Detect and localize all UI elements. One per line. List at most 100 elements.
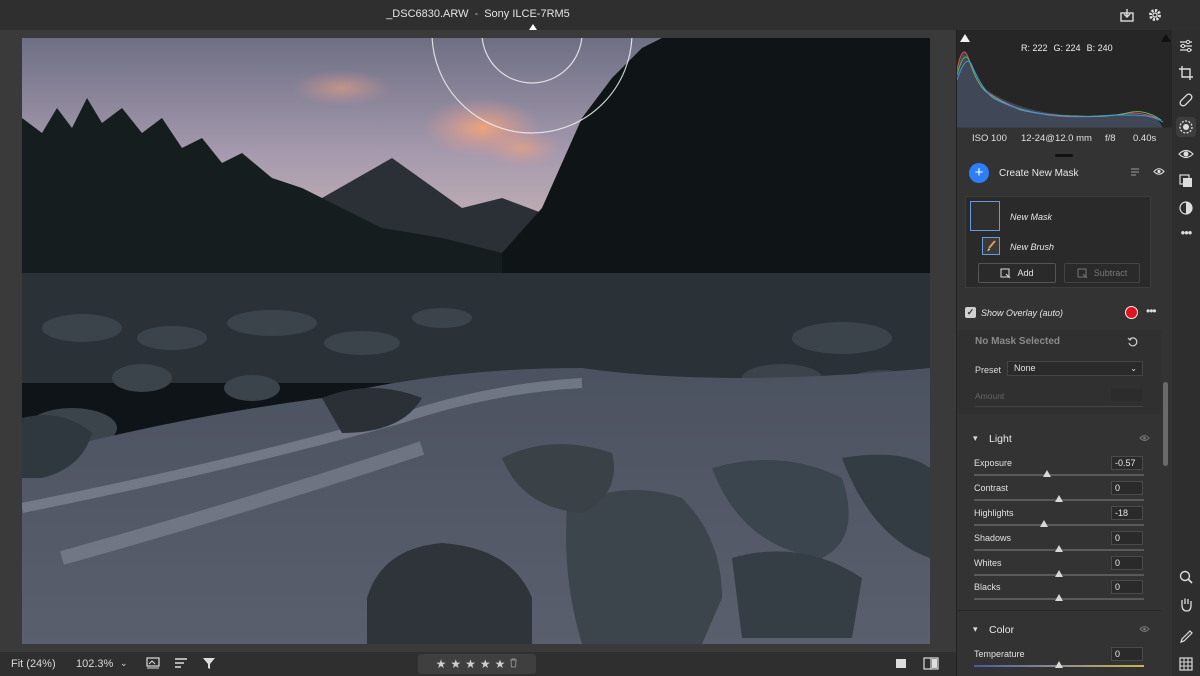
add-mask-button[interactable]: Add (978, 263, 1056, 283)
add-brush-icon (1000, 268, 1011, 278)
star-rating[interactable]: ★ ★ ★ ★ ★ (418, 654, 536, 674)
slider-thumb[interactable] (1055, 495, 1063, 502)
slider-label: Highlights (974, 508, 1014, 518)
preset-value: None (1014, 363, 1036, 373)
preset-select[interactable]: None ⌄ (1007, 361, 1143, 376)
slider-blacks[interactable]: Blacks 0 (957, 580, 1161, 605)
create-mask-label[interactable]: Create New Mask (999, 168, 1078, 179)
image-canvas[interactable] (0, 24, 956, 652)
photo-preview[interactable] (22, 38, 930, 644)
slider-thumb[interactable] (1055, 545, 1063, 552)
trash-icon[interactable] (509, 657, 518, 671)
bottom-bar: Fit (24%) 102.3% ⌄ ★ ★ ★ ★ ★ (0, 652, 956, 676)
subtract-brush-icon (1077, 268, 1088, 278)
gear-icon[interactable] (1145, 5, 1165, 25)
create-mask-button[interactable]: + (969, 163, 989, 183)
amount-field (1111, 389, 1143, 401)
mask-pin-icon[interactable] (529, 24, 537, 30)
panel-resize-handle[interactable] (1055, 154, 1073, 157)
mask-list: New Mask New Brush Add Subtract (965, 196, 1151, 288)
slider-highlights[interactable]: Highlights -18 (957, 506, 1161, 531)
eye-icon[interactable] (1153, 167, 1165, 179)
top-bar: _DSC6830.ARW - Sony ILCE-7RM5 (0, 0, 1200, 30)
edit-icon[interactable] (1176, 36, 1196, 56)
more-options-icon[interactable]: ••• (1146, 304, 1157, 318)
slider-value-input[interactable]: -0.57 (1111, 456, 1143, 470)
star-5[interactable]: ★ (495, 657, 506, 671)
slider-contrast[interactable]: Contrast 0 (957, 481, 1161, 506)
grid-icon[interactable] (1176, 654, 1196, 674)
slider-thumb[interactable] (1039, 520, 1048, 527)
slider-label: Blacks (974, 582, 1001, 592)
hand-icon[interactable] (1176, 594, 1196, 614)
fit-zoom-button[interactable]: Fit (24%) (11, 658, 56, 670)
layers-icon[interactable] (1176, 171, 1196, 191)
compare-view-icon[interactable] (923, 657, 939, 673)
zoom-icon[interactable] (1176, 567, 1196, 587)
star-4[interactable]: ★ (480, 657, 491, 671)
slider-temperature[interactable]: Temperature 0 (957, 647, 1161, 672)
edit-panel: R: 222 G: 224 B: 240 ISO 100 12-24@12.0 mm… (956, 30, 1173, 676)
mask-name[interactable]: New Mask (1010, 212, 1052, 222)
r-value: R: 222 (1021, 43, 1048, 53)
slider-whites[interactable]: Whites 0 (957, 556, 1161, 581)
slider-label: Contrast (974, 483, 1009, 493)
single-view-icon[interactable] (894, 657, 908, 673)
star-2[interactable]: ★ (450, 657, 461, 671)
eye-icon[interactable] (1139, 624, 1150, 636)
color-section-header[interactable]: ▾ Color (957, 619, 1161, 641)
slider-value-input[interactable]: 0 (1111, 531, 1143, 545)
sort-icon[interactable] (174, 657, 188, 673)
slider-label: Shadows (974, 533, 1012, 543)
section-divider (957, 610, 1161, 611)
slider-shadows[interactable]: Shadows 0 (957, 531, 1161, 556)
filmstrip-icon[interactable] (146, 657, 160, 673)
light-section-header[interactable]: ▾ Light (957, 428, 1161, 450)
overlay-label[interactable]: Show Overlay (auto) (981, 308, 1063, 318)
crop-icon[interactable] (1176, 63, 1196, 83)
slider-track[interactable] (974, 524, 1144, 526)
chevron-down-icon[interactable]: ▾ (973, 433, 978, 444)
histogram[interactable]: R: 222 G: 224 B: 240 (957, 30, 1173, 128)
star-1[interactable]: ★ (436, 657, 447, 671)
more-icon[interactable]: ••• (1176, 222, 1196, 242)
slider-thumb[interactable] (1055, 661, 1063, 668)
chevron-down-icon[interactable]: ▾ (973, 624, 978, 635)
subtract-mask-button[interactable]: Subtract (1064, 263, 1140, 283)
mask-icon[interactable] (1176, 117, 1196, 137)
slider-thumb[interactable] (1043, 470, 1052, 477)
brush-name[interactable]: New Brush (1010, 242, 1054, 252)
filter-icon[interactable] (202, 657, 216, 673)
slider-value-input[interactable]: -18 (1111, 506, 1143, 520)
slider-value-input[interactable]: 0 (1111, 580, 1143, 594)
panel-scrollbar[interactable] (1163, 382, 1168, 466)
overlay-checkbox[interactable]: ✓ (965, 307, 976, 318)
heal-icon[interactable] (1176, 90, 1196, 110)
reset-icon[interactable] (1129, 166, 1142, 180)
mask-thumbnail[interactable] (970, 201, 1000, 231)
eye-icon[interactable] (1139, 433, 1150, 445)
iso-value: ISO 100 (972, 133, 1007, 144)
redeye-icon[interactable] (1176, 144, 1196, 164)
chevron-down-icon[interactable]: ⌄ (120, 658, 128, 669)
add-label: Add (1017, 268, 1034, 278)
slider-exposure[interactable]: Exposure -0.57 (957, 456, 1161, 481)
slider-thumb[interactable] (1055, 570, 1063, 577)
sampler-icon[interactable] (1176, 627, 1196, 647)
star-3[interactable]: ★ (465, 657, 476, 671)
slider-value-input[interactable]: 0 (1111, 481, 1143, 495)
slider-thumb[interactable] (1055, 594, 1063, 601)
brush-icon[interactable] (982, 237, 1000, 255)
filename: _DSC6830.ARW (386, 8, 469, 20)
tool-strip: ••• (1172, 30, 1200, 676)
chevron-down-icon: ⌄ (1130, 364, 1137, 373)
mask-overlay[interactable] (22, 38, 930, 644)
reset-mask-icon[interactable] (1127, 335, 1140, 353)
presets-icon[interactable] (1176, 198, 1196, 218)
overlay-color-swatch[interactable] (1125, 306, 1138, 319)
slider-value-input[interactable]: 0 (1111, 647, 1143, 661)
export-icon[interactable] (1117, 5, 1137, 25)
zoom-level[interactable]: 102.3% (76, 658, 113, 670)
slider-track[interactable] (974, 474, 1144, 476)
slider-value-input[interactable]: 0 (1111, 556, 1143, 570)
